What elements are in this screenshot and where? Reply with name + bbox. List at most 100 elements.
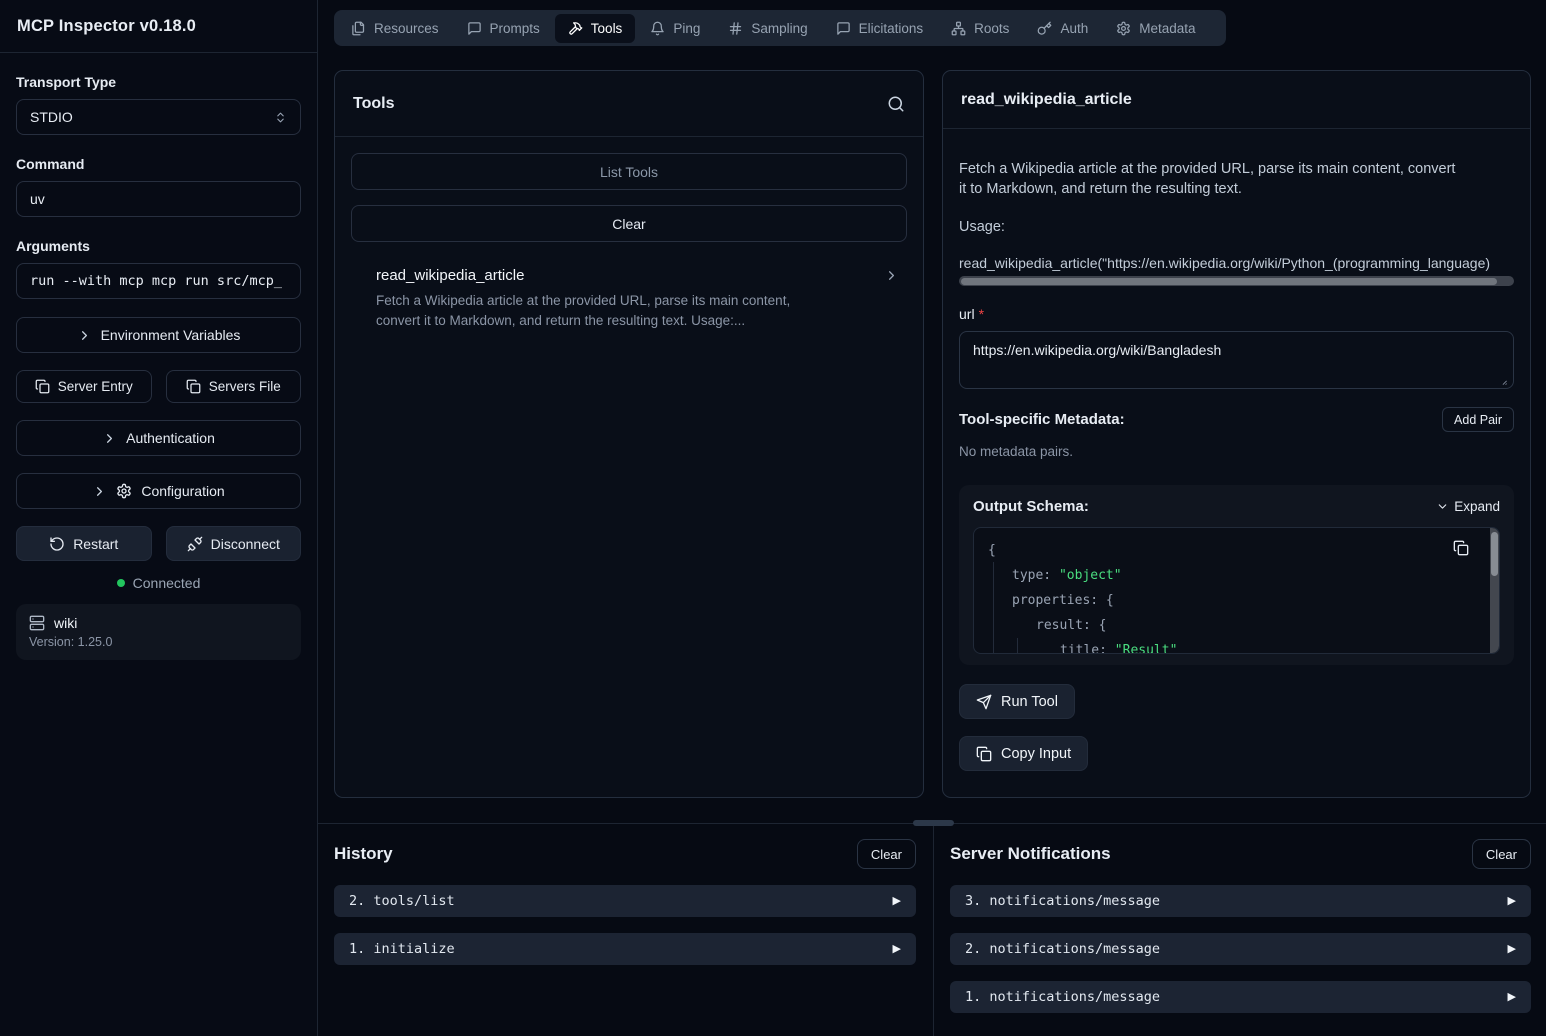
server-card: wiki Version: 1.25.0: [16, 604, 301, 660]
code-line: type: "object": [988, 563, 1485, 588]
hash-icon: [728, 21, 743, 36]
output-schema-label: Output Schema:: [973, 498, 1089, 515]
restart-button[interactable]: Restart: [16, 526, 152, 561]
tab-tools[interactable]: Tools: [555, 14, 636, 43]
files-icon: [351, 21, 366, 36]
disconnect-label: Disconnect: [211, 536, 280, 552]
detail-title: read_wikipedia_article: [961, 91, 1132, 109]
list-tools-button[interactable]: List Tools: [351, 153, 907, 190]
notification-item[interactable]: 2. notifications/message ▶: [950, 933, 1531, 965]
expand-schema-button[interactable]: Expand: [1436, 499, 1500, 514]
servers-file-button[interactable]: Servers File: [166, 370, 302, 403]
tab-label: Sampling: [751, 21, 807, 36]
server-entry-label: Server Entry: [58, 379, 133, 394]
message-square-icon: [467, 21, 482, 36]
entry-buttons-row: Server Entry Servers File: [16, 370, 301, 403]
tab-label: Prompts: [490, 21, 540, 36]
clear-tools-button[interactable]: Clear: [351, 205, 907, 242]
tab-elicitations[interactable]: Elicitations: [823, 14, 937, 43]
search-icon[interactable]: [887, 95, 905, 113]
servers-file-label: Servers File: [209, 379, 281, 394]
notification-item-label: 1. notifications/message: [965, 989, 1160, 1005]
server-version: Version: 1.25.0: [29, 635, 288, 649]
environment-variables-label: Environment Variables: [101, 327, 241, 343]
arguments-input[interactable]: [16, 263, 301, 299]
history-panel: History Clear 2. tools/list ▶ 1. initial…: [334, 839, 916, 965]
tools-panel-title: Tools: [353, 95, 394, 113]
no-metadata-text: No metadata pairs.: [959, 444, 1514, 459]
configuration-button[interactable]: Configuration: [16, 473, 301, 509]
tab-ping[interactable]: Ping: [637, 14, 713, 43]
scrollbar-thumb[interactable]: [1491, 532, 1498, 576]
connection-status-text: Connected: [133, 575, 201, 591]
run-tool-label: Run Tool: [1001, 694, 1058, 710]
detail-description: Fetch a Wikipedia article at the provide…: [959, 159, 1459, 199]
play-icon: ▶: [893, 944, 901, 955]
clear-notifications-button[interactable]: Clear: [1472, 839, 1531, 869]
notification-item[interactable]: 3. notifications/message ▶: [950, 885, 1531, 917]
tool-name: read_wikipedia_article: [376, 267, 524, 284]
history-item-label: 2. tools/list: [349, 893, 455, 909]
usage-code: read_wikipedia_article("https://en.wikip…: [959, 255, 1514, 271]
notification-item-label: 3. notifications/message: [965, 893, 1160, 909]
tool-list-item[interactable]: read_wikipedia_article Fetch a Wikipedia…: [351, 263, 907, 335]
tools-panel: Tools List Tools Clear read_wikipedia_ar…: [334, 70, 924, 798]
connection-status: Connected: [16, 575, 301, 591]
disconnect-button[interactable]: Disconnect: [166, 526, 302, 561]
tool-description: Fetch a Wikipedia article at the provide…: [376, 291, 836, 331]
connection-buttons-row: Restart Disconnect: [16, 526, 301, 561]
arguments-label: Arguments: [16, 238, 301, 254]
play-icon: ▶: [1508, 992, 1516, 1003]
notifications-title: Server Notifications: [950, 844, 1111, 864]
detail-panel-header: read_wikipedia_article: [943, 71, 1530, 129]
resize-handle-icon[interactable]: [1495, 373, 1508, 386]
connected-dot-icon: [117, 579, 125, 587]
metadata-label: Tool-specific Metadata:: [959, 411, 1125, 428]
notification-item[interactable]: 1. notifications/message ▶: [950, 981, 1531, 1013]
tab-label: Roots: [974, 21, 1009, 36]
code-line: title: "Result": [988, 638, 1485, 654]
tab-label: Auth: [1060, 21, 1088, 36]
history-item[interactable]: 2. tools/list ▶: [334, 885, 916, 917]
url-param-label-row: url*: [959, 306, 1514, 322]
scrollbar-thumb[interactable]: [961, 278, 1497, 285]
url-input[interactable]: https://en.wikipedia.org/wiki/Bangladesh: [959, 331, 1514, 389]
tab-label: Metadata: [1139, 21, 1195, 36]
clear-history-button[interactable]: Clear: [857, 839, 916, 869]
code-line: properties: {: [988, 588, 1485, 613]
transport-type-label: Transport Type: [16, 74, 301, 90]
tab-label: Elicitations: [859, 21, 924, 36]
play-icon: ▶: [893, 896, 901, 907]
resize-drag-handle[interactable]: [913, 820, 954, 826]
tools-panel-body: List Tools Clear read_wikipedia_article …: [335, 137, 923, 351]
sidebar: MCP Inspector v0.18.0 Transport Type STD…: [0, 0, 318, 1036]
environment-variables-button[interactable]: Environment Variables: [16, 317, 301, 353]
copy-input-button[interactable]: Copy Input: [959, 736, 1088, 771]
restart-icon: [49, 536, 65, 552]
bottom-vertical-divider: [933, 823, 934, 1036]
tab-sampling[interactable]: Sampling: [715, 14, 820, 43]
tab-roots[interactable]: Roots: [938, 14, 1022, 43]
horizontal-scrollbar[interactable]: [959, 276, 1514, 286]
add-pair-button[interactable]: Add Pair: [1442, 407, 1514, 432]
tab-metadata[interactable]: Metadata: [1103, 14, 1208, 43]
app-title: MCP Inspector v0.18.0: [17, 17, 196, 36]
server-entry-button[interactable]: Server Entry: [16, 370, 152, 403]
key-icon: [1037, 21, 1052, 36]
vertical-scrollbar[interactable]: [1490, 528, 1499, 653]
chevron-right-icon: [102, 431, 117, 446]
play-icon: ▶: [1508, 896, 1516, 907]
network-icon: [951, 21, 966, 36]
notification-item-label: 2. notifications/message: [965, 941, 1160, 957]
history-item[interactable]: 1. initialize ▶: [334, 933, 916, 965]
chevron-right-icon: [884, 268, 899, 283]
run-tool-button[interactable]: Run Tool: [959, 684, 1075, 719]
tab-resources[interactable]: Resources: [338, 14, 452, 43]
copy-schema-button[interactable]: [1453, 540, 1469, 556]
tab-prompts[interactable]: Prompts: [454, 14, 553, 43]
tab-auth[interactable]: Auth: [1024, 14, 1101, 43]
transport-type-select[interactable]: STDIO: [16, 99, 301, 135]
command-input[interactable]: [16, 181, 301, 217]
tool-detail-panel: read_wikipedia_article Fetch a Wikipedia…: [942, 70, 1531, 798]
authentication-button[interactable]: Authentication: [16, 420, 301, 456]
